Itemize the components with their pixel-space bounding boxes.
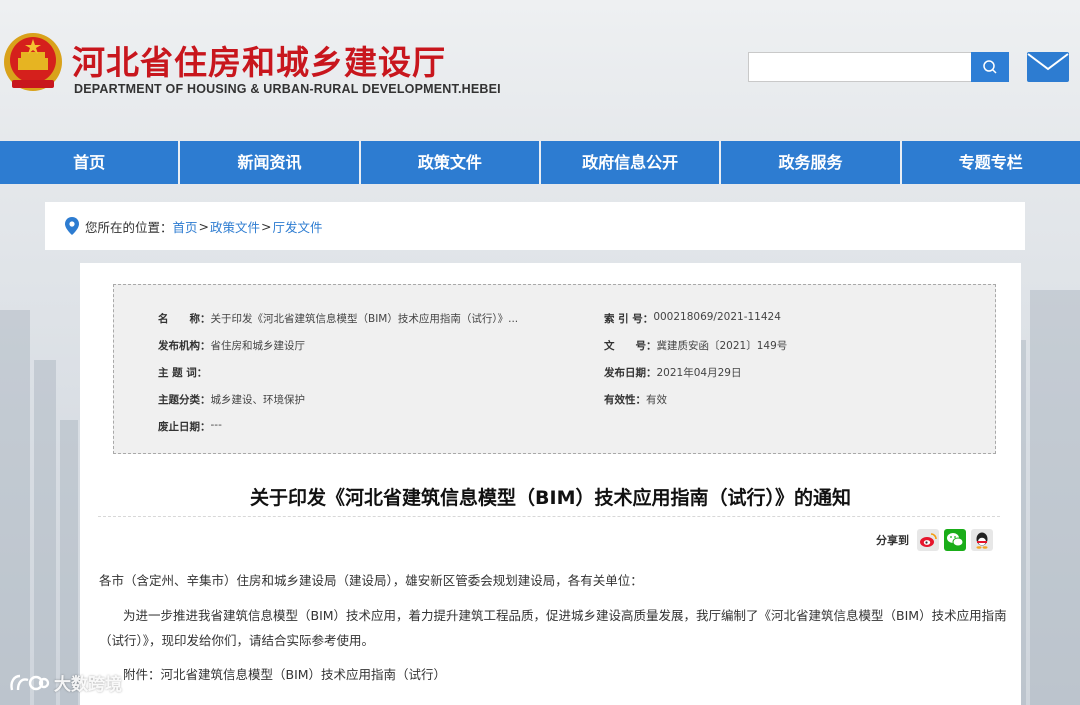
nav-item-news[interactable]: 新闻资讯 <box>180 141 361 184</box>
meta-name-value: 关于印发《河北省建筑信息模型（BIM）技术应用指南（试行）》... <box>210 313 519 325</box>
watermark: 大数跨境 <box>8 670 122 695</box>
meta-docno-value: 冀建质安函〔2021〕149号 <box>656 340 788 352</box>
meta-date-key: 发布日期： <box>604 367 657 379</box>
breadcrumb: 您所在的位置： 首页 > 政策文件 > 厅发文件 <box>45 202 1025 250</box>
site-header: 河北省住房和城乡建设厅 DEPARTMENT OF HOUSING & URBA… <box>0 0 1080 140</box>
main-nav: 首页 新闻资讯 政策文件 政府信息公开 政务服务 专题专栏 <box>0 141 1080 184</box>
site-title[interactable]: 河北省住房和城乡建设厅 <box>72 36 446 84</box>
meta-subject-key: 主 题 词： <box>158 367 208 379</box>
meta-docno-key: 文 号： <box>604 340 657 352</box>
meta-expiry-value: --- <box>210 419 222 431</box>
qq-share-icon[interactable] <box>971 529 993 551</box>
content-panel: 名 称： 关于印发《河北省建筑信息模型（BIM）技术应用指南（试行）》... 索… <box>80 263 1021 705</box>
meta-expiry-key: 废止日期： <box>158 421 211 433</box>
location-pin-icon <box>65 217 79 235</box>
breadcrumb-separator: > <box>261 218 272 234</box>
nav-item-home[interactable]: 首页 <box>0 141 181 184</box>
search-icon <box>983 60 997 74</box>
meta-issuer-key: 发布机构： <box>158 340 211 352</box>
body-paragraph-line-2: （试行）》，现印发给你们，请结合实际参考使用。 <box>99 633 375 648</box>
meta-index-value: 000218069/2021-11424 <box>653 311 781 323</box>
breadcrumb-policy[interactable]: 政策文件 <box>210 217 260 236</box>
national-emblem-logo <box>4 33 62 91</box>
meta-date-value: 2021年04月29日 <box>656 367 742 379</box>
breadcrumb-dept-docs[interactable]: 厅发文件 <box>273 217 323 236</box>
breadcrumb-separator: > <box>198 218 210 234</box>
breadcrumb-label: 您所在的位置： <box>85 219 173 235</box>
mail-icon[interactable] <box>1026 51 1070 83</box>
meta-category-value: 城乡建设、环境保护 <box>210 394 306 406</box>
nav-item-gov-info[interactable]: 政府信息公开 <box>541 141 722 184</box>
meta-issuer-value: 省住房和城乡建设厅 <box>210 340 306 352</box>
meta-index-key: 索 引 号： <box>604 313 654 325</box>
meta-name-key: 名 称： <box>158 313 211 325</box>
search-button[interactable] <box>971 52 1009 82</box>
nav-item-services[interactable]: 政务服务 <box>721 141 902 184</box>
watermark-logo-icon <box>10 674 50 690</box>
site-subtitle: DEPARTMENT OF HOUSING & URBAN-RURAL DEVE… <box>74 82 501 96</box>
article-title: 关于印发《河北省建筑信息模型（BIM）技术应用指南（试行）》的通知 <box>250 487 851 509</box>
wechat-share-icon[interactable] <box>944 529 966 551</box>
document-metadata: 名 称： 关于印发《河北省建筑信息模型（BIM）技术应用指南（试行）》... 索… <box>113 284 996 454</box>
breadcrumb-home[interactable]: 首页 <box>173 217 198 236</box>
meta-category-key: 主题分类： <box>158 394 211 406</box>
salutation-paragraph: 各市（含定州、辛集市）住房和城乡建设局（建设局），雄安新区管委会规划建设局，各有… <box>99 573 643 588</box>
watermark-text: 大数跨境 <box>54 675 122 695</box>
meta-validity-value: 有效 <box>646 394 667 406</box>
share-bar: 分享到 <box>876 529 993 551</box>
attachment-line[interactable]: 附件：河北省建筑信息模型（BIM）技术应用指南（试行） <box>123 663 446 687</box>
title-divider <box>98 516 1000 517</box>
nav-item-policy[interactable]: 政策文件 <box>361 141 541 184</box>
weibo-share-icon[interactable] <box>917 529 939 551</box>
search-input[interactable] <box>748 52 972 82</box>
nav-item-topics[interactable]: 专题专栏 <box>902 141 1080 184</box>
meta-validity-key: 有效性： <box>604 394 646 406</box>
share-label: 分享到 <box>876 534 909 547</box>
body-paragraph-line-1: 为进一步推进我省建筑信息模型（BIM）技术应用，着力提升建筑工程品质，促进城乡建… <box>123 608 1007 623</box>
